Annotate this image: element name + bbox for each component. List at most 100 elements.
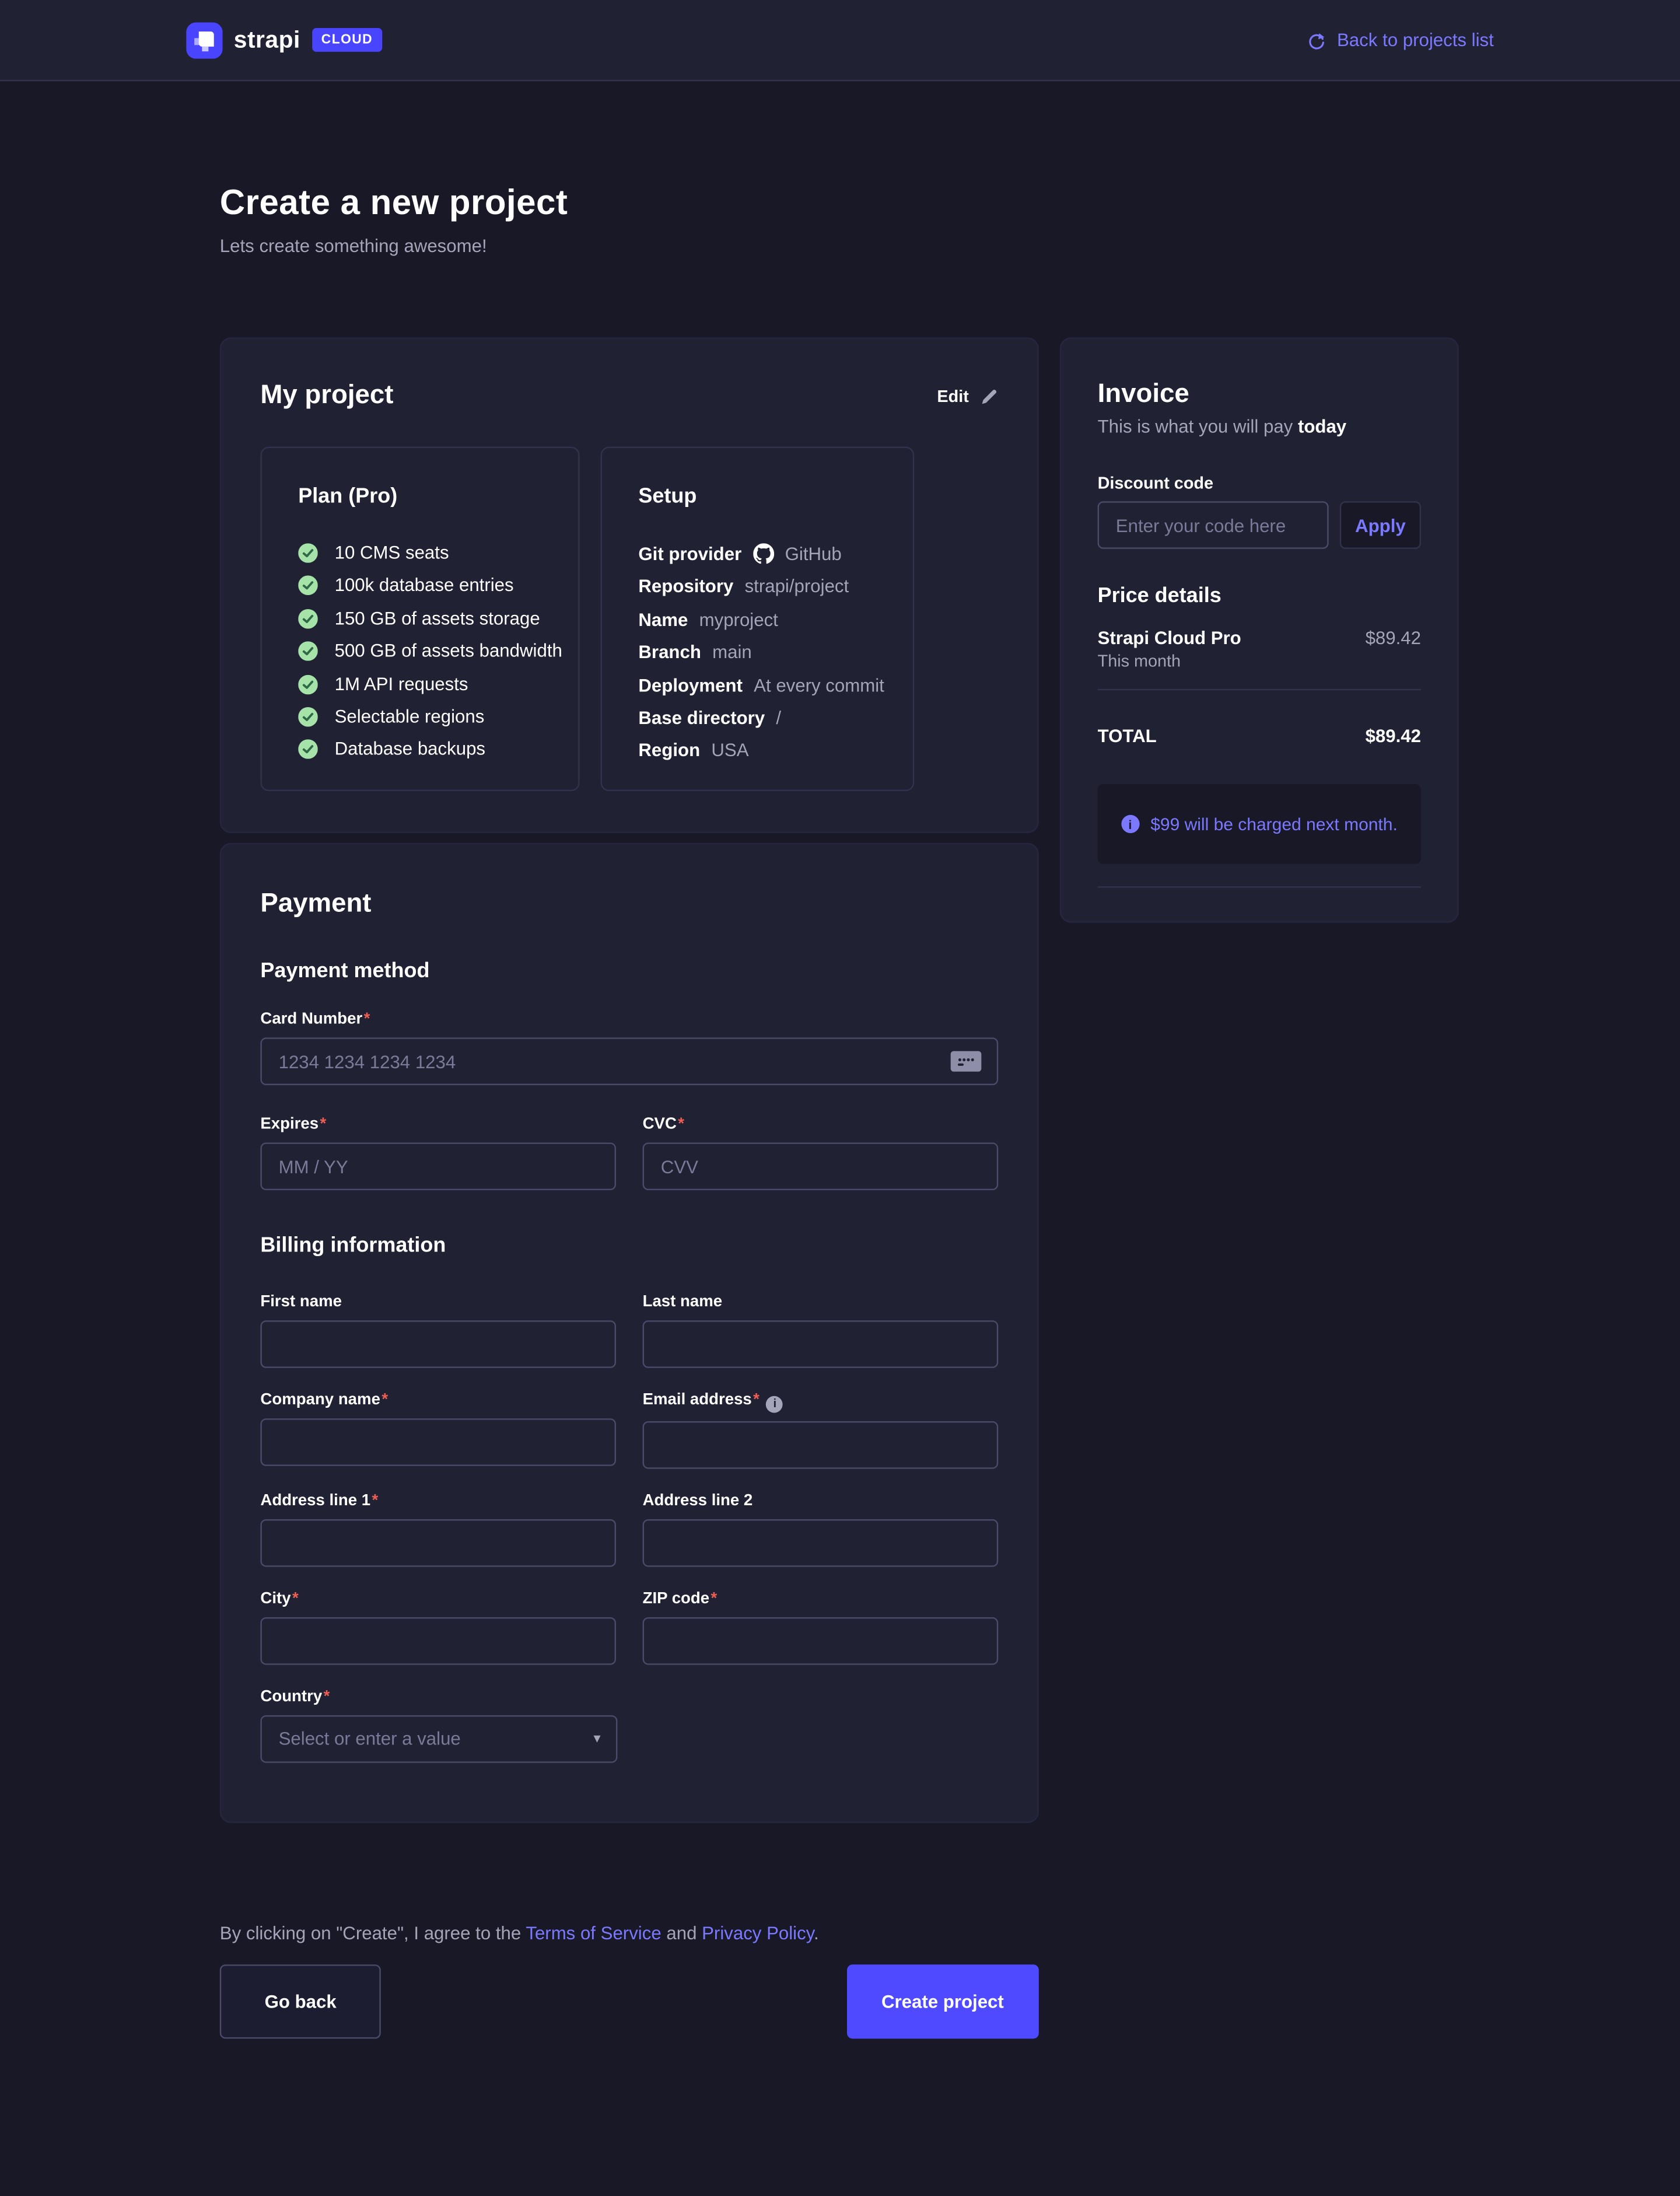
payment-method-title: Payment method (260, 959, 998, 984)
required-asterisk: * (292, 1590, 299, 1607)
back-to-projects-link[interactable]: Back to projects list (1306, 29, 1494, 50)
invoice-bottom-divider (1098, 886, 1421, 887)
edit-button-label: Edit (937, 386, 968, 406)
setup-row-region: Region USA (638, 741, 901, 761)
page-subtitle: Lets create something awesome! (220, 235, 1680, 256)
setup-row-git-provider: Git provider GitHub (638, 543, 901, 564)
required-asterisk: * (382, 1392, 388, 1409)
country-select[interactable] (260, 1715, 617, 1763)
terms-of-service-link[interactable]: Terms of Service (526, 1922, 661, 1943)
address-line-1-input[interactable] (260, 1519, 616, 1566)
plan-feature: 100k database entries (298, 576, 567, 596)
company-name-input[interactable] (260, 1418, 616, 1466)
setup-card: Setup Git provider GitHub (601, 447, 915, 791)
edit-button[interactable]: Edit (937, 386, 998, 406)
address-line-2-field: Address line 2 (643, 1492, 999, 1566)
setup-row-branch: Branch main (638, 643, 901, 663)
card-number-field: Card Number* (260, 1011, 998, 1085)
plan-feature: 150 GB of assets storage (298, 609, 567, 628)
redo-arrow-icon (1306, 30, 1326, 50)
apply-discount-button[interactable]: Apply (1340, 501, 1421, 549)
invoice-line-item: Strapi Cloud Pro $89.42 (1098, 627, 1421, 649)
cvc-input[interactable] (643, 1142, 999, 1190)
page-title: Create a new project (220, 183, 1680, 224)
zip-code-label: ZIP code* (643, 1590, 999, 1608)
privacy-policy-link[interactable]: Privacy Policy (702, 1922, 814, 1943)
setup-row-base-directory: Base directory / (638, 708, 901, 728)
go-back-button[interactable]: Go back (220, 1964, 382, 2038)
required-asterisk: * (372, 1492, 379, 1509)
city-field: City* (260, 1590, 616, 1664)
line-item-amount: $89.42 (1366, 627, 1421, 649)
plan-feature: 500 GB of assets bandwidth (298, 642, 567, 662)
email-address-input[interactable] (643, 1421, 999, 1468)
invoice-divider (1098, 689, 1421, 690)
plan-feature: Database backups (298, 740, 567, 760)
invoice-total-row: TOTAL $89.42 (1098, 725, 1421, 747)
pencil-icon (980, 387, 998, 405)
zip-code-input[interactable] (643, 1617, 999, 1665)
discount-code-input[interactable] (1098, 501, 1329, 549)
company-name-label: Company name* (260, 1392, 616, 1410)
info-icon: i (1121, 815, 1139, 833)
city-label: City* (260, 1590, 616, 1608)
address-line-1-label: Address line 1* (260, 1492, 616, 1510)
cloud-badge: CLOUD (312, 28, 383, 52)
country-label: Country* (260, 1688, 998, 1706)
setup-row-name: Name myproject (638, 610, 901, 630)
required-asterisk: * (364, 1011, 370, 1028)
first-name-input[interactable] (260, 1320, 616, 1368)
required-asterisk: * (678, 1116, 684, 1133)
credit-card-icon (951, 1051, 982, 1072)
expires-input[interactable] (260, 1142, 616, 1190)
cvc-field: CVC* (643, 1116, 999, 1190)
last-name-field: Last name (643, 1294, 999, 1368)
check-icon (298, 674, 318, 694)
price-details-title: Price details (1098, 584, 1421, 609)
billing-information-title: Billing information (260, 1233, 998, 1258)
card-number-label: Card Number* (260, 1011, 998, 1029)
setup-row-repository: Repository strapi/project (638, 578, 901, 597)
total-label: TOTAL (1098, 725, 1157, 747)
card-number-input[interactable] (260, 1037, 998, 1085)
email-address-label: Email address*i (643, 1392, 999, 1412)
setup-row-deployment: Deployment At every commit (638, 676, 901, 695)
main-content: Create a new project Lets create somethi… (0, 183, 1680, 2038)
line-item-period: This month (1098, 652, 1421, 670)
setup-rows: Git provider GitHub Repository strapi/pr… (638, 543, 901, 761)
app-header: strapi CLOUD Back to projects list (0, 0, 1680, 81)
last-name-input[interactable] (643, 1320, 999, 1368)
required-asterisk: * (324, 1688, 330, 1705)
payment-card: Payment Payment method Card Number* (220, 843, 1039, 1823)
invoice-card: Invoice This is what you will pay today … (1060, 337, 1459, 922)
page: strapi CLOUD Back to projects list Creat… (0, 0, 1680, 2196)
plan-feature-list: 10 CMS seats 100k database entries 150 G… (298, 543, 567, 759)
next-month-charge-note: i $99 will be charged next month. (1098, 784, 1421, 864)
plan-feature: 10 CMS seats (298, 543, 567, 563)
check-icon (298, 740, 318, 760)
city-input[interactable] (260, 1617, 616, 1665)
check-icon (298, 609, 318, 628)
address-line-2-input[interactable] (643, 1519, 999, 1566)
company-name-field: Company name* (260, 1392, 616, 1468)
terms-text: By clicking on "Create", I agree to the … (220, 1922, 1039, 1944)
invoice-title: Invoice (1098, 379, 1421, 410)
zip-code-field: ZIP code* (643, 1590, 999, 1664)
my-project-card: My project Edit Plan (Pro) (220, 337, 1039, 833)
strapi-cloud-logo: strapi CLOUD (186, 22, 383, 58)
line-item-name: Strapi Cloud Pro (1098, 627, 1241, 649)
check-icon (298, 576, 318, 596)
invoice-subtitle: This is what you will pay today (1098, 416, 1421, 438)
payment-title: Payment (260, 889, 998, 920)
discount-code-label: Discount code (1098, 473, 1421, 493)
check-icon (298, 707, 318, 727)
address-line-2-label: Address line 2 (643, 1492, 999, 1510)
required-asterisk: * (753, 1392, 760, 1409)
plan-feature: Selectable regions (298, 707, 567, 727)
required-asterisk: * (320, 1116, 327, 1133)
brand-name: strapi (234, 26, 300, 54)
note-text: $99 will be charged next month. (1150, 814, 1398, 834)
create-project-button[interactable]: Create project (846, 1964, 1039, 2038)
footer-actions: Go back Create project (220, 1964, 1039, 2038)
plan-feature: 1M API requests (298, 674, 567, 694)
